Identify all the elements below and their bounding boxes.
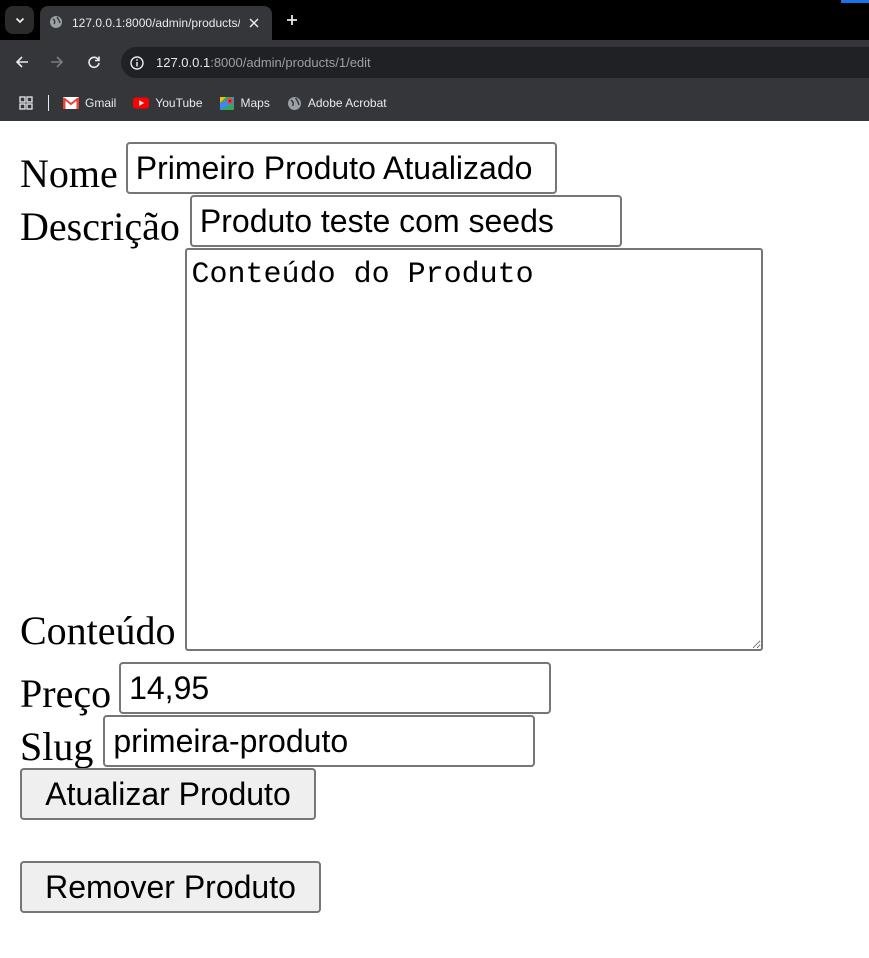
bookmark-adobe-acrobat[interactable]: Adobe Acrobat (287, 96, 387, 111)
site-info-icon[interactable] (130, 55, 144, 70)
apps-grid-icon[interactable] (19, 96, 33, 110)
bookmark-maps[interactable]: Maps (219, 96, 270, 111)
page-content: Nome Descrição Conteúdo Conteúdo do Prod… (0, 121, 869, 958)
content-label: Conteúdo (20, 608, 176, 653)
bookmark-label: Maps (240, 96, 270, 110)
slug-label: Slug (20, 724, 94, 769)
bookmark-youtube[interactable]: YouTube (133, 96, 203, 110)
price-row: Preço (20, 662, 552, 716)
bookmark-label: YouTube (155, 96, 203, 110)
gmail-icon (63, 97, 79, 109)
youtube-icon (133, 97, 150, 109)
bookmarks-separator (48, 95, 49, 111)
bookmark-label: Gmail (85, 96, 117, 110)
globe-icon (287, 96, 302, 111)
description-row: Descrição (20, 195, 622, 247)
update-product-button[interactable]: Atualizar Produto (20, 768, 316, 820)
slug-input[interactable] (103, 715, 536, 767)
address-bar[interactable]: 127.0.0.1:8000/admin/products/1/edit (121, 47, 869, 78)
name-input[interactable] (125, 142, 557, 194)
bookmark-label: Adobe Acrobat (307, 96, 387, 110)
chevron-down-icon (15, 17, 24, 24)
browser-tab[interactable]: 127.0.0.1:8000/admin/products/1/edit (40, 6, 272, 40)
globe-icon (49, 15, 63, 32)
price-input[interactable] (119, 662, 552, 714)
name-label: Nome (20, 151, 118, 196)
name-row: Nome (20, 142, 557, 194)
url-host: 127.0.0.1 (156, 55, 211, 70)
bookmarks-bar: Gmail YouTube Maps Adobe Acrobat (0, 85, 869, 121)
plus-icon (287, 15, 297, 25)
arrow-left-icon (15, 56, 28, 68)
arrow-right-icon (51, 56, 64, 68)
bookmark-gmail[interactable]: Gmail (63, 96, 116, 110)
new-tab-button[interactable] (282, 10, 302, 30)
description-input[interactable] (189, 195, 622, 247)
back-button[interactable] (12, 52, 32, 72)
tab-strip: 127.0.0.1:8000/admin/products/1/edit (0, 0, 869, 40)
content-textarea[interactable]: Conteúdo do Produto (184, 248, 763, 651)
reload-icon (88, 56, 100, 69)
content-row: Conteúdo Conteúdo do Produto (20, 248, 763, 651)
reload-button[interactable] (84, 52, 104, 72)
description-label: Descrição (20, 204, 180, 249)
browser-toolbar: 127.0.0.1:8000/admin/products/1/edit (0, 40, 869, 85)
maps-icon (219, 96, 235, 111)
url-path: :8000/admin/products/1/edit (210, 55, 371, 70)
tab-search-button[interactable] (5, 6, 34, 34)
tab-title: 127.0.0.1:8000/admin/products/1/edit (72, 16, 240, 30)
price-label: Preço (20, 671, 112, 716)
forward-button[interactable] (47, 52, 67, 72)
remove-product-button[interactable]: Remover Produto (20, 861, 321, 913)
slug-row: Slug (20, 715, 536, 769)
window-accent (841, 0, 869, 3)
close-tab-icon[interactable] (246, 15, 262, 31)
